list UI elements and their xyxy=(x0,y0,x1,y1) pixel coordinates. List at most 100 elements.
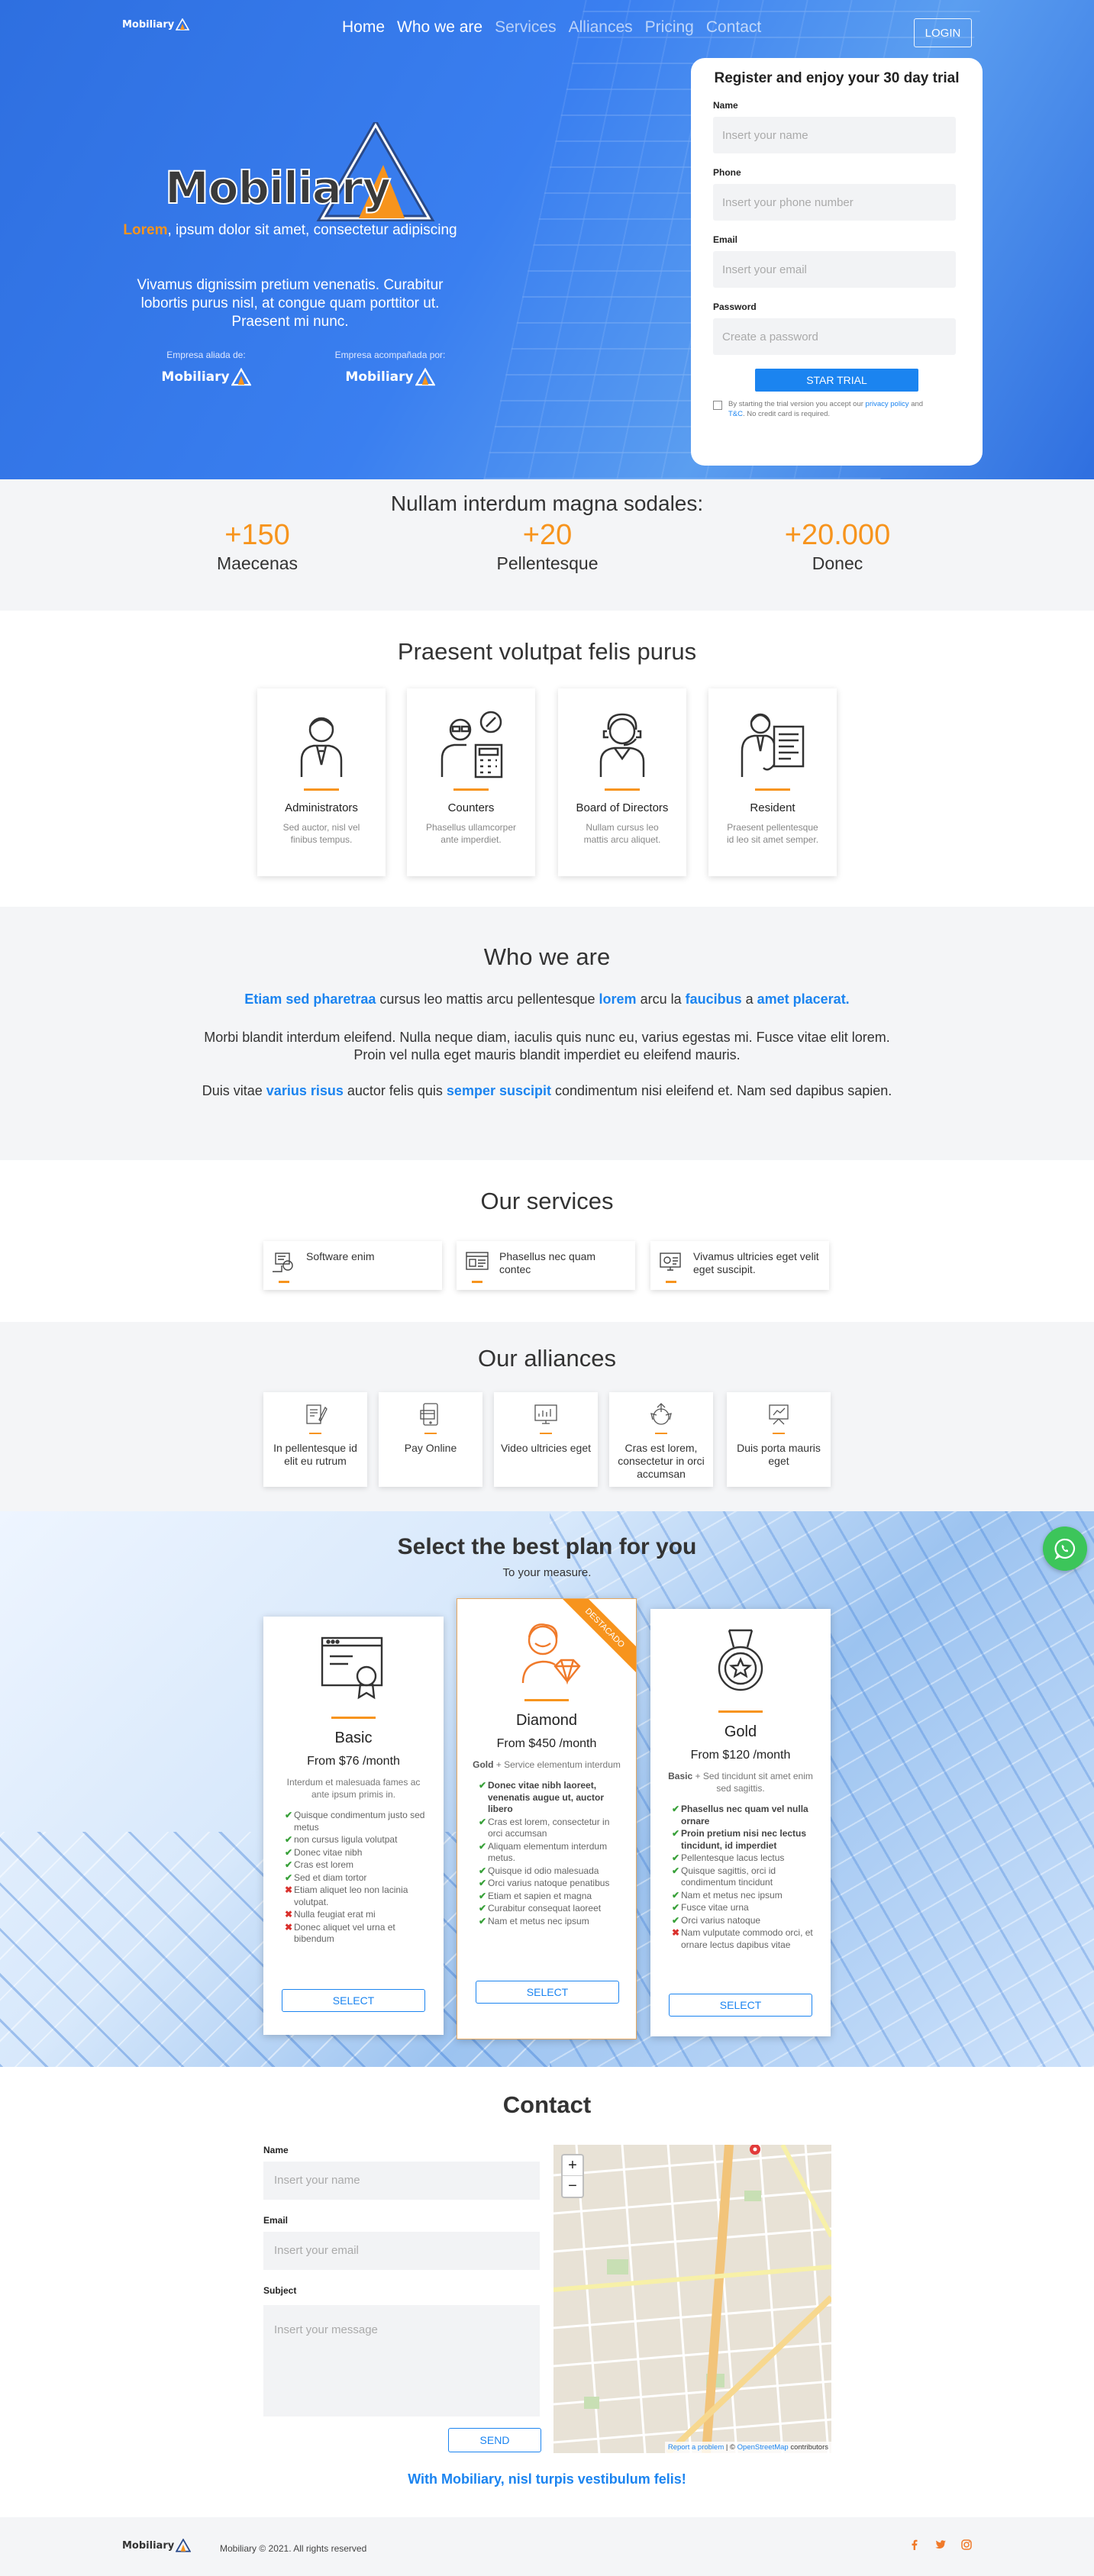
presentation-icon xyxy=(769,1404,789,1425)
plan-feature-item: ✔ Proin pretium nisi nec lectus tincidunt… xyxy=(672,1828,807,1851)
cross-icon: ✖ xyxy=(672,1927,680,1938)
plan-feature-item: ✔ Donec vitae nibh xyxy=(285,1846,363,1858)
select-gold-button[interactable]: SELECT xyxy=(669,1994,812,2017)
contact-name-input[interactable]: Insert your name xyxy=(263,2162,540,2200)
plan-feature-item: ✔ Etiam et sapien et magna xyxy=(479,1890,592,1901)
select-basic-button[interactable]: SELECT xyxy=(282,1989,425,2012)
plan-feature-item: ✔ Fusce vitae urna xyxy=(672,1902,749,1913)
plans-subtitle: To your measure. xyxy=(502,1566,592,1579)
plan-price: From $120 /month xyxy=(690,1749,791,1762)
alliance-card[interactable]: Video ultricies eget xyxy=(494,1392,598,1487)
plan-card-basic: Basic From $76 /month Interdum et malesu… xyxy=(263,1617,444,2035)
nav-contact[interactable]: Contact xyxy=(706,18,761,37)
alliance-card[interactable]: In pellentesque id elit eu rutrum xyxy=(263,1392,367,1487)
register-name-input[interactable]: Insert your name xyxy=(713,117,956,153)
select-diamond-button[interactable]: SELECT xyxy=(476,1981,619,2004)
register-email-input[interactable]: Insert your email xyxy=(713,251,956,288)
service-card[interactable]: Phasellus nec quam contec xyxy=(457,1241,635,1290)
alliance-card[interactable]: Pay Online xyxy=(379,1392,482,1487)
role-accent xyxy=(453,788,489,791)
logo-triangle-icon xyxy=(231,368,251,386)
start-trial-button[interactable]: STAR TRIAL xyxy=(755,369,918,392)
contact-email-input[interactable]: Insert your email xyxy=(263,2232,540,2270)
osm-link[interactable]: OpenStreetMap xyxy=(737,2443,789,2452)
cross-icon: ✖ xyxy=(285,1909,293,1920)
partner-allied: Empresa aliada de: Mobiliary xyxy=(153,350,260,386)
map-zoom-out-button[interactable]: − xyxy=(563,2176,582,2197)
service-card[interactable]: Vivamus ultricies eget velit eget suscip… xyxy=(650,1241,829,1290)
stat-item: +20 Pellentesque xyxy=(496,519,599,573)
services-title: Our services xyxy=(480,1188,614,1214)
role-card[interactable]: Board of Directors Nullam cursus leo mat… xyxy=(558,688,686,876)
check-icon: ✔ xyxy=(285,1834,293,1845)
check-icon: ✔ xyxy=(479,1780,487,1791)
roles-title: Praesent volutpat felis purus xyxy=(397,638,697,665)
role-card[interactable]: Resident Praesent pellentesque id leo si… xyxy=(708,688,837,876)
footer-logo[interactable]: Mobiliary xyxy=(122,2539,192,2552)
logo-triangle-icon xyxy=(176,18,190,31)
who-paragraph-3: Duis vitae varius risus auctor felis qui… xyxy=(202,1083,892,1098)
nav-alliances[interactable]: Alliances xyxy=(569,18,633,37)
nav-logo[interactable]: Mobiliary xyxy=(122,18,190,31)
password-label: Password xyxy=(713,301,757,312)
plan-feature-item: ✔ Orci varius natoque penatibus xyxy=(479,1878,610,1888)
check-icon: ✔ xyxy=(285,1846,293,1858)
privacy-policy-link[interactable]: privacy policy xyxy=(866,400,909,408)
plan-feature-item: ✖ Donec aliquet vel urna et bibendum xyxy=(285,1921,395,1945)
hero-lead: Lorem, ipsum dolor sit amet, consectetur… xyxy=(123,222,457,238)
role-card[interactable]: Counters Phasellus ullamcorper ante impe… xyxy=(407,688,535,876)
pay-online-icon xyxy=(420,1403,438,1426)
plan-features: ✔ Phasellus nec quam vel nulla ornare ✔ Pro… xyxy=(672,1804,817,1951)
whatsapp-button[interactable] xyxy=(1043,1527,1087,1571)
terms-checkbox[interactable] xyxy=(713,401,722,410)
plans-title: Select the best plan for you xyxy=(397,1534,697,1559)
service-accent xyxy=(666,1281,676,1283)
nav-home[interactable]: Home xyxy=(342,18,385,37)
nav-pricing[interactable]: Pricing xyxy=(645,18,694,37)
stat-item: +20.000 Donec xyxy=(784,519,891,573)
instagram-icon[interactable] xyxy=(960,2539,973,2551)
plan-card-gold: Gold From $120 /month Basic + Sed tincid… xyxy=(650,1609,831,2036)
plan-features: ✔ Quisque condimentum justo sed metus ✔ non… xyxy=(285,1810,430,1946)
register-card: Register and enjoy your 30 day trial Nam… xyxy=(691,58,983,466)
alliance-card[interactable]: Duis porta mauris eget xyxy=(727,1392,831,1487)
check-icon: ✔ xyxy=(479,1903,487,1913)
map-attribution: Report a problem | © OpenStreetMap contr… xyxy=(664,2442,831,2453)
location-map[interactable]: + − Report a problem | © OpenStreetMap c… xyxy=(553,2145,831,2453)
alliance-accent xyxy=(309,1433,321,1434)
roles-section: Praesent volutpat felis purus Administra… xyxy=(0,611,1094,907)
contact-message-textarea[interactable]: Insert your message xyxy=(263,2305,540,2416)
alliance-card[interactable]: Cras est lorem, consectetur in orci accu… xyxy=(609,1392,713,1487)
nav-services[interactable]: Services xyxy=(495,18,557,37)
plan-features: ✔ Donec vitae nibh laoreet, venenatis aug… xyxy=(479,1780,624,1927)
register-phone-input[interactable]: Insert your phone number xyxy=(713,184,956,221)
role-card[interactable]: Administrators Sed auctor, nisl vel fini… xyxy=(257,688,386,876)
send-button[interactable]: SEND xyxy=(448,2428,541,2452)
twitter-icon[interactable] xyxy=(934,2539,947,2551)
login-button[interactable]: LOGIN xyxy=(914,18,972,47)
check-icon: ✔ xyxy=(672,1902,680,1913)
check-icon: ✔ xyxy=(672,1865,680,1876)
role-accent xyxy=(304,788,339,791)
service-card[interactable]: Software enim xyxy=(263,1241,442,1290)
plan-feature-item: ✔ Curabitur consequat laoreet xyxy=(479,1903,602,1913)
nav-who-we-are[interactable]: Who we are xyxy=(397,18,482,37)
who-paragraph-1: Etiam sed pharetraa cursus leo mattis ar… xyxy=(244,991,850,1007)
map-report-link[interactable]: Report a problem xyxy=(668,2443,724,2452)
plan-feature-item: ✔ Nam et metus nec ipsum xyxy=(479,1915,589,1926)
map-zoom-in-button[interactable]: + xyxy=(563,2155,582,2176)
check-icon: ✔ xyxy=(479,1865,487,1876)
tc-link[interactable]: T&C xyxy=(728,410,743,418)
social-links xyxy=(908,2539,973,2551)
facebook-icon[interactable] xyxy=(908,2539,921,2551)
alliance-accent xyxy=(773,1433,785,1434)
software-icon xyxy=(273,1253,293,1272)
plan-card-diamond: DESTACADO Diamond From $450 /month Gold … xyxy=(457,1598,637,2039)
who-section: Who we are Etiam sed pharetraa cursus le… xyxy=(0,907,1094,1160)
services-section: Our services Software enim Phasellus nec… xyxy=(0,1160,1094,1322)
plan-name: Gold xyxy=(724,1723,757,1740)
register-password-input[interactable]: Create a password xyxy=(713,318,956,355)
cross-icon: ✖ xyxy=(285,1921,293,1933)
service-accent xyxy=(472,1281,482,1283)
check-icon: ✔ xyxy=(479,1816,487,1827)
